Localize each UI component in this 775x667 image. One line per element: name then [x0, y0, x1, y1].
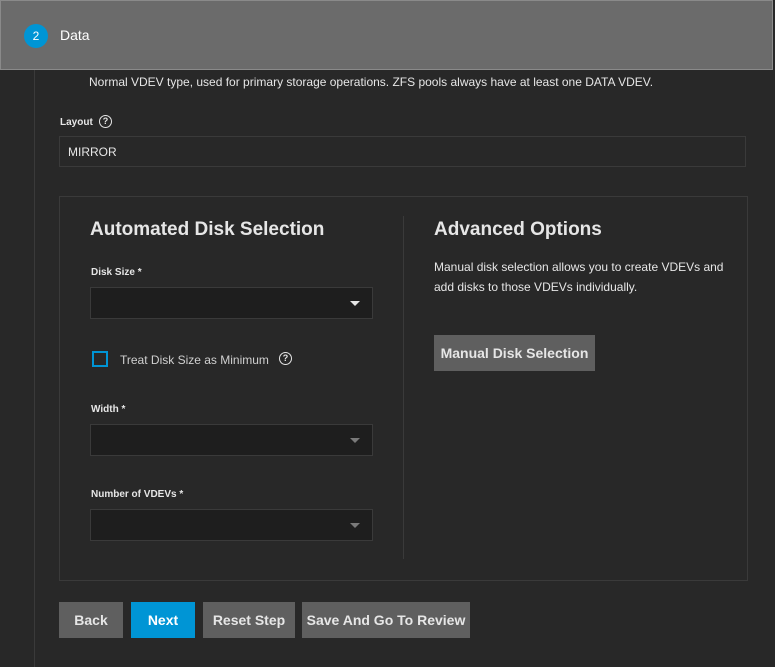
help-icon[interactable]: ? — [279, 352, 292, 365]
panel-divider — [403, 216, 404, 559]
back-button[interactable]: Back — [59, 602, 123, 638]
disk-size-label: Disk Size * — [91, 267, 142, 278]
width-label: Width * — [91, 404, 126, 415]
layout-value: MIRROR — [68, 145, 117, 159]
treat-disk-size-minimum-label[interactable]: Treat Disk Size as Minimum — [120, 353, 269, 367]
automated-disk-selection-title: Automated Disk Selection — [90, 219, 325, 240]
treat-disk-size-minimum-checkbox[interactable] — [92, 351, 108, 367]
step-number-badge: 2 — [24, 24, 48, 48]
number-of-vdevs-label: Number of VDEVs * — [91, 489, 184, 500]
advanced-options-description: Manual disk selection allows you to crea… — [434, 260, 724, 294]
width-select[interactable] — [90, 424, 373, 456]
chevron-down-icon — [350, 438, 360, 443]
layout-field[interactable]: MIRROR — [59, 136, 746, 167]
advanced-options-title: Advanced Options — [434, 219, 602, 240]
manual-disk-selection-button[interactable]: Manual Disk Selection — [434, 335, 595, 371]
save-and-review-button[interactable]: Save And Go To Review — [302, 602, 470, 638]
reset-step-button[interactable]: Reset Step — [203, 602, 295, 638]
stepper-line — [34, 70, 35, 667]
number-of-vdevs-select[interactable] — [90, 509, 373, 541]
chevron-down-icon — [350, 523, 360, 528]
vdev-description: Normal VDEV type, used for primary stora… — [89, 75, 654, 89]
disk-size-select[interactable] — [90, 287, 373, 319]
next-button[interactable]: Next — [131, 602, 195, 638]
step-title: Data — [60, 27, 90, 43]
chevron-down-icon — [350, 301, 360, 306]
help-icon[interactable]: ? — [99, 115, 112, 128]
step-header[interactable]: 2 Data — [0, 0, 773, 70]
layout-label: Layout — [60, 117, 93, 128]
